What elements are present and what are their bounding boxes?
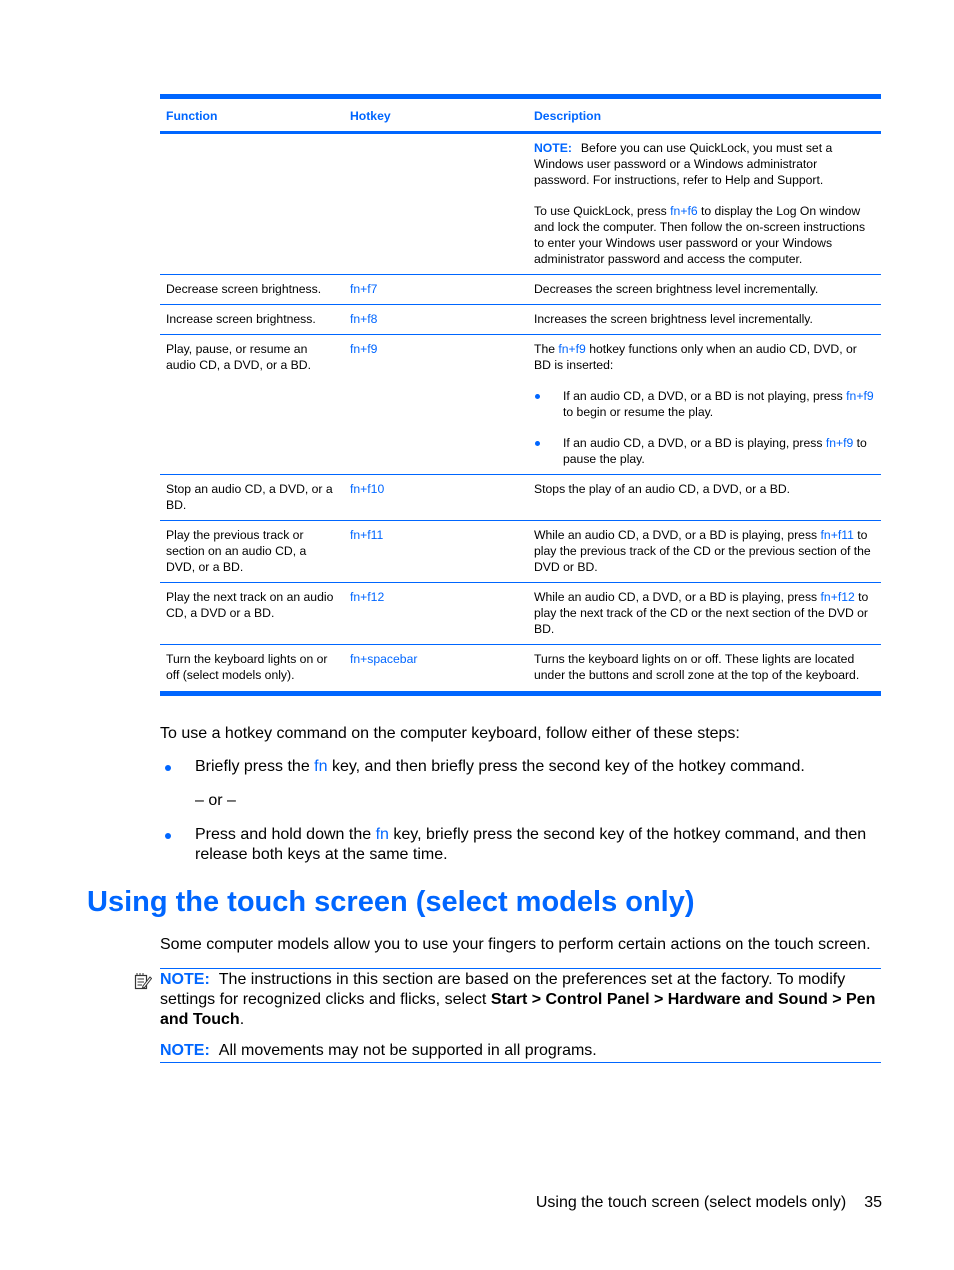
hotkey-cell[interactable]: fn+spacebar	[344, 644, 528, 696]
text: .	[239, 1011, 245, 1028]
header-function: Function	[160, 94, 344, 134]
text: If an audio CD, a DVD, or a BD is playin…	[563, 436, 826, 450]
table-row: Stop an audio CD, a DVD, or a BD. fn+f10…	[160, 474, 881, 521]
note-factory-settings: NOTE: The instructions in this section ar…	[134, 968, 881, 1030]
step-two: Press and hold down the fn key, briefly …	[165, 825, 885, 865]
fn-key-link[interactable]: fn	[314, 758, 327, 775]
bullet-icon	[165, 833, 171, 839]
table-row: Play, pause, or resume an audio CD, a DV…	[160, 334, 881, 475]
text: key, and then briefly press the second k…	[327, 758, 805, 775]
text: While an audio CD, a DVD, or a BD is pla…	[534, 590, 821, 604]
text: to begin or resume the play.	[563, 405, 714, 419]
description-cell: NOTE: Before you can use QuickLock, you m…	[528, 132, 881, 275]
table-row: Decrease screen brightness. fn+f7 Decrea…	[160, 274, 881, 305]
function-cell: Turn the keyboard lights on or off (sele…	[160, 644, 344, 696]
text: To use QuickLock, press	[534, 204, 671, 218]
text: The	[534, 342, 559, 356]
section-intro: Some computer models allow you to use yo…	[160, 936, 871, 953]
list-item: If an audio CD, a DVD, or a BD is not pl…	[534, 388, 875, 420]
hotkey-cell	[344, 132, 528, 275]
table-row: Play the previous track or section on an…	[160, 520, 881, 583]
hotkey-cell[interactable]: fn+f8	[344, 304, 528, 335]
description-cell: Stops the play of an audio CD, a DVD, or…	[528, 474, 881, 521]
function-cell: Play the previous track or section on an…	[160, 520, 344, 583]
description-cell: While an audio CD, a DVD, or a BD is pla…	[528, 520, 881, 583]
fn-key-link[interactable]: fn	[376, 826, 389, 843]
hotkey-link[interactable]: fn+f12	[821, 590, 855, 604]
header-description: Description	[528, 94, 881, 134]
note-label: NOTE:	[534, 141, 572, 155]
hotkey-cell[interactable]: fn+f12	[344, 582, 528, 645]
function-cell: Stop an audio CD, a DVD, or a BD.	[160, 474, 344, 521]
description-cell: Turns the keyboard lights on or off. The…	[528, 644, 881, 696]
hotkey-cell[interactable]: fn+f7	[344, 274, 528, 305]
function-cell: Play the next track on an audio CD, a DV…	[160, 582, 344, 645]
bullet-icon	[535, 394, 540, 399]
function-cell: Decrease screen brightness.	[160, 274, 344, 305]
page-number: 35	[864, 1194, 882, 1211]
table-row: Play the next track on an audio CD, a DV…	[160, 582, 881, 645]
footer-title: Using the touch screen (select models on…	[535, 1194, 847, 1211]
note-text: Before you can use QuickLock, you must s…	[534, 141, 833, 187]
hotkey-cell[interactable]: fn+f9	[344, 334, 528, 475]
note-label: NOTE:	[160, 971, 210, 988]
instructions-intro: To use a hotkey command on the computer …	[160, 725, 740, 742]
bullet-icon	[165, 765, 171, 771]
quicklock-note: NOTE: Before you can use QuickLock, you m…	[534, 140, 875, 188]
hotkey-link[interactable]: fn+f6	[670, 204, 697, 218]
or-separator: – or –	[195, 792, 236, 809]
text: Press and hold down the	[195, 826, 376, 843]
text: Briefly press the	[195, 758, 315, 775]
text: While an audio CD, a DVD, or a BD is pla…	[534, 528, 821, 542]
page-footer: Using the touch screen (select models on…	[536, 1193, 882, 1213]
description-cell: Decreases the screen brightness level in…	[528, 274, 881, 305]
hotkey-table: Function Hotkey Description NOTE: Before …	[160, 94, 881, 696]
step-one: Briefly press the fn key, and then brief…	[165, 757, 885, 777]
bullet-icon	[535, 441, 540, 446]
hotkey-link[interactable]: fn+f9	[846, 389, 873, 403]
table-row: Turn the keyboard lights on or off (sele…	[160, 644, 881, 696]
quicklock-paragraph: To use QuickLock, press fn+f6 to display…	[534, 203, 875, 267]
note-movements: NOTE: All movements may not be supported …	[160, 1041, 881, 1063]
description-cell: Increases the screen brightness level in…	[528, 304, 881, 335]
list-item: If an audio CD, a DVD, or a BD is playin…	[534, 435, 875, 467]
note-label: NOTE:	[160, 1042, 210, 1059]
function-cell: Increase screen brightness.	[160, 304, 344, 335]
description-text: The fn+f9 hotkey functions only when an …	[534, 341, 875, 373]
function-cell: Play, pause, or resume an audio CD, a DV…	[160, 334, 344, 475]
note-pad-icon	[134, 973, 152, 990]
description-cell: The fn+f9 hotkey functions only when an …	[528, 334, 881, 475]
text: All movements may not be supported in al…	[218, 1042, 597, 1059]
table-row: Increase screen brightness. fn+f8 Increa…	[160, 304, 881, 335]
text: If an audio CD, a DVD, or a BD is not pl…	[563, 389, 847, 403]
function-cell	[160, 132, 344, 275]
table-row: NOTE: Before you can use QuickLock, you m…	[160, 132, 881, 275]
hotkey-cell[interactable]: fn+f11	[344, 520, 528, 583]
hotkey-link[interactable]: fn+f11	[821, 528, 854, 542]
description-cell: While an audio CD, a DVD, or a BD is pla…	[528, 582, 881, 645]
hotkey-cell[interactable]: fn+f10	[344, 474, 528, 521]
hotkey-link[interactable]: fn+f9	[826, 436, 853, 450]
table-header-row: Function Hotkey Description	[160, 94, 881, 134]
header-hotkey: Hotkey	[344, 94, 528, 134]
hotkey-link[interactable]: fn+f9	[558, 342, 585, 356]
bullet-list: If an audio CD, a DVD, or a BD is not pl…	[534, 388, 875, 467]
section-title: Using the touch screen (select models on…	[87, 886, 695, 918]
